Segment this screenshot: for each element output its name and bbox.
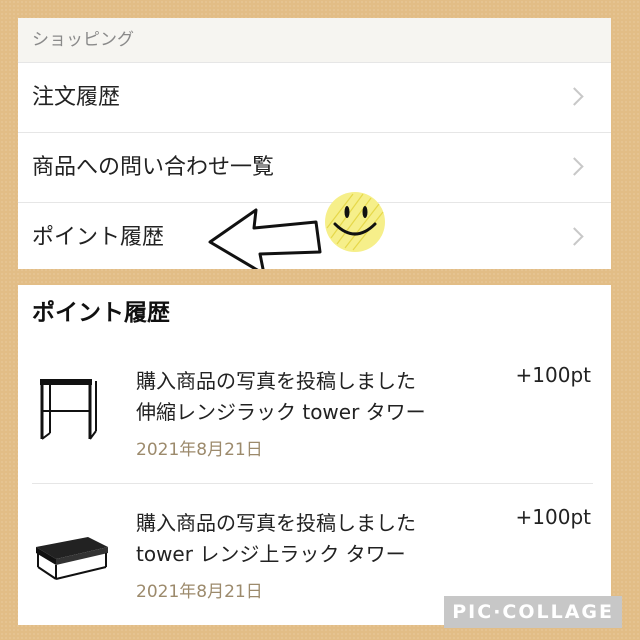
entry-points: +100pt bbox=[515, 363, 591, 387]
menu-item-label: 注文履歴 bbox=[32, 85, 121, 110]
menu-item-label: ポイント履歴 bbox=[32, 225, 165, 250]
point-history-card: ポイント履歴 購入商品の写真を投稿しました 伸縮レンジラック tower タワー… bbox=[18, 285, 611, 625]
chevron-right-icon bbox=[565, 87, 584, 106]
entry-date: 2021年8月21日 bbox=[136, 582, 263, 602]
menu-item-order-history[interactable]: 注文履歴 bbox=[18, 63, 611, 133]
divider bbox=[32, 483, 593, 484]
pic-collage-watermark: PIC·COLLAGE bbox=[444, 596, 622, 628]
menu-item-product-inquiries[interactable]: 商品への問い合わせ一覧 bbox=[18, 133, 611, 203]
smiley-sticker-icon bbox=[325, 192, 385, 252]
entry-description: 購入商品の写真を投稿しました bbox=[136, 511, 416, 535]
entry-product-name: 伸縮レンジラック tower タワー bbox=[136, 400, 426, 424]
over-range-rack-thumbnail-icon bbox=[36, 537, 108, 580]
chevron-right-icon bbox=[565, 227, 584, 246]
entry-product-name: tower レンジ上ラック タワー bbox=[136, 542, 406, 566]
point-history-entry[interactable]: 購入商品の写真を投稿しました 伸縮レンジラック tower タワー 2021年8… bbox=[18, 343, 611, 483]
menu-item-label: 商品への問い合わせ一覧 bbox=[32, 155, 275, 180]
point-history-title: ポイント履歴 bbox=[32, 300, 170, 326]
hand-drawn-arrow-icon bbox=[208, 208, 322, 269]
section-header-shopping: ショッピング bbox=[18, 18, 611, 63]
chevron-right-icon bbox=[565, 157, 584, 176]
entry-points: +100pt bbox=[515, 505, 591, 529]
range-rack-thumbnail-icon bbox=[40, 379, 97, 440]
shopping-card: ショッピング 注文履歴 商品への問い合わせ一覧 ポイント履歴 bbox=[18, 18, 611, 269]
entry-description: 購入商品の写真を投稿しました bbox=[136, 369, 416, 393]
entry-date: 2021年8月21日 bbox=[136, 440, 263, 460]
